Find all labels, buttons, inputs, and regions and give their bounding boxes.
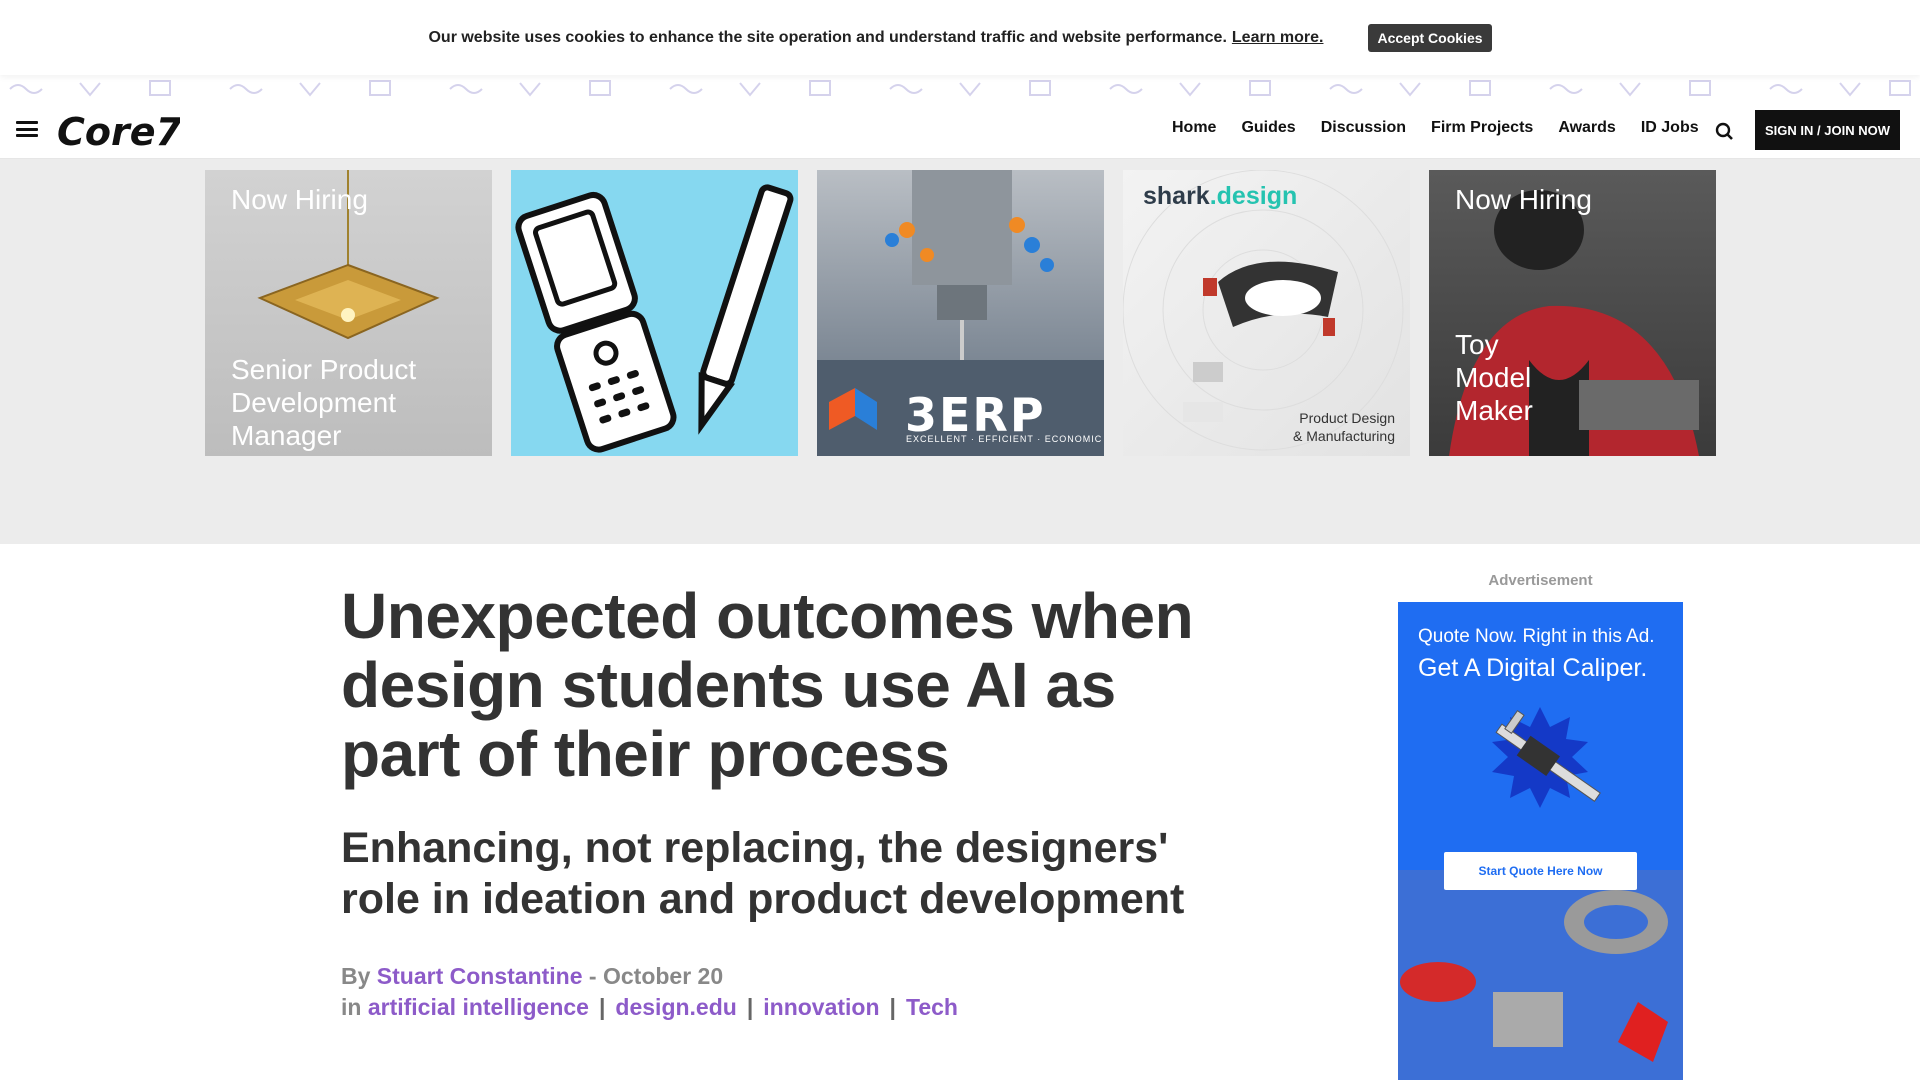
3erp-ad-tile[interactable]: 3ERP EXCELLENT · EFFICIENT · ECONOMIC: [817, 170, 1104, 456]
shark-brand-b: .design: [1209, 182, 1298, 210]
shark-brand-a: shark: [1143, 182, 1210, 210]
nav-home[interactable]: Home: [1172, 119, 1216, 137]
sign-in-join-button[interactable]: SIGN IN / JOIN NOW: [1755, 110, 1900, 150]
cookie-message: Our website uses cookies to enhance the …: [428, 28, 1227, 46]
tile5-title-2: Model: [1455, 362, 1532, 393]
article-tags: in artificial intelligence | design.edu | in…: [341, 994, 958, 1021]
flip-phone-ad-tile[interactable]: [511, 170, 798, 456]
nav-discussion[interactable]: Discussion: [1321, 119, 1406, 137]
tags-prefix: in: [341, 994, 362, 1020]
start-quote-button[interactable]: Start Quote Here Now: [1444, 852, 1637, 890]
tag-separator: |: [889, 994, 896, 1020]
nav-guides[interactable]: Guides: [1241, 119, 1295, 137]
tile1-title: Senior Product Development Manager: [231, 354, 417, 451]
ad-strip: Now Hiring Senior Product Development Ma…: [0, 159, 1920, 544]
article-subtitle: Enhancing, not replacing, the designers'…: [341, 824, 1185, 923]
logo-text: Core77: [57, 110, 180, 154]
job-ad-tile-senior-product[interactable]: Now Hiring Senior Product Development Ma…: [205, 170, 492, 456]
advertisement-label: Advertisement: [1488, 572, 1593, 589]
caliper-illustration: [1398, 707, 1683, 1080]
nav-firm-projects[interactable]: Firm Projects: [1431, 119, 1533, 137]
tag-link[interactable]: innovation: [763, 994, 879, 1020]
tag-link[interactable]: design.edu: [615, 994, 736, 1020]
search-icon[interactable]: [1714, 121, 1734, 141]
tile5-title-1: Toy: [1455, 329, 1499, 360]
tag-separator: |: [598, 994, 606, 1020]
article-byline: By Stuart Constantine - October 20: [341, 963, 723, 990]
shark-design-brand: shark.design: [1143, 182, 1297, 211]
tile5-eyebrow: Now Hiring: [1455, 184, 1592, 215]
shark-design-ad-tile[interactable]: shark.design Product Design & Manufactur…: [1123, 170, 1410, 456]
site-header: Core77 Home Guides Discussion Firm Proje…: [0, 75, 1920, 159]
cookie-learn-more-link[interactable]: Learn more.: [1232, 29, 1324, 47]
job-ad-tile-toy-model-maker[interactable]: Now Hiring Toy Model Maker: [1429, 170, 1716, 456]
nav-id-jobs[interactable]: ID Jobs: [1641, 119, 1699, 137]
3erp-tagline: EXCELLENT · EFFICIENT · ECONOMIC: [906, 434, 1103, 444]
shark-caption-2: & Manufacturing: [1293, 428, 1395, 444]
article-title: Unexpected outcomes when design students…: [341, 580, 1194, 790]
accept-cookies-button[interactable]: Accept Cookies: [1368, 23, 1492, 52]
author-link[interactable]: Stuart Constantine: [377, 963, 583, 989]
tag-link[interactable]: artificial intelligence: [368, 994, 589, 1020]
tile1-eyebrow: Now Hiring: [231, 184, 368, 215]
byline-prefix: By: [341, 963, 371, 989]
article-date: October 20: [602, 963, 724, 989]
nav-awards[interactable]: Awards: [1558, 119, 1616, 137]
shark-caption-1: Product Design: [1299, 410, 1395, 426]
core77-logo[interactable]: Core77: [55, 105, 180, 155]
cookie-banner: Our website uses cookies to enhance the …: [0, 0, 1920, 75]
tag-separator: |: [746, 994, 754, 1020]
hamburger-menu-icon[interactable]: [16, 121, 38, 137]
tile5-title-3: Maker: [1455, 395, 1533, 426]
byline-date-separator: -: [588, 963, 597, 989]
tag-link[interactable]: Tech: [906, 994, 958, 1020]
phone-pencil-illustration: [515, 184, 794, 453]
sidebar-ad[interactable]: Quote Now. Right in this Ad. Get A Digit…: [1398, 602, 1683, 1080]
header-doodle-pattern: [9, 80, 1911, 97]
main-nav: Home Guides Discussion Firm Projects Awa…: [1172, 119, 1724, 137]
